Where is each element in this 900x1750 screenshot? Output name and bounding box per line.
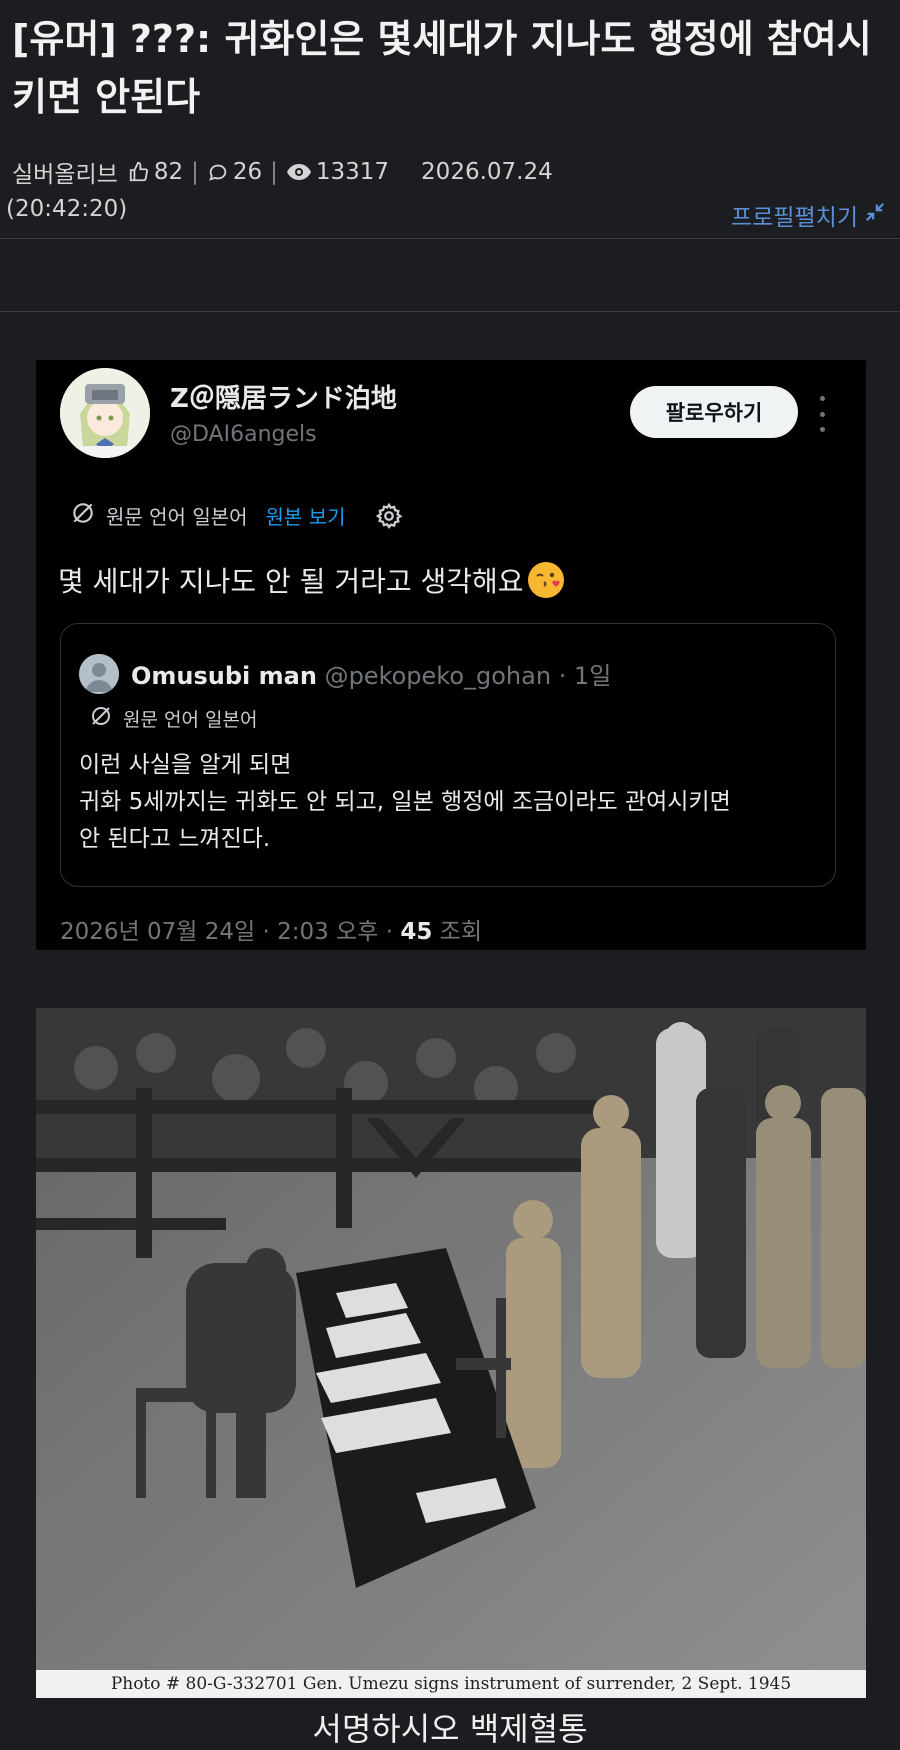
eye-icon [286,161,312,183]
views-label: 조회 [432,919,482,945]
quoted-avatar[interactable] [79,654,119,694]
post-time: (20:42:20) [6,196,128,222]
gear-icon[interactable] [375,502,403,530]
profile-expand-toggle[interactable]: 프로필펼치기 [731,198,886,232]
profile-toggle-label: 프로필펼치기 [731,205,858,231]
follow-button[interactable]: 팔로우하기 [630,386,798,438]
separator: | [191,159,199,185]
translate-icon [70,500,96,531]
post-meta: 실버올리브 82 | 26 | 13317 2026.07.24 [12,155,553,189]
tweet-author-handle[interactable]: @DAI6angels [170,422,317,447]
tweet-card: Z＠隠居ランド泊地 @DAI6angels 팔로우하기 원문 언어 일본어 원본… [36,360,866,950]
divider [0,238,900,239]
kissing-face-emoji-icon [527,562,564,598]
view-count: 13317 [315,159,390,185]
language-label: 원문 언어 일본어 [123,709,258,731]
translate-icon [89,704,113,733]
author-name[interactable]: 실버올리브 [12,155,118,189]
post-title: [유머] ???: 귀화인은 몇세대가 지나도 행정에 참여시키면 안된다 [12,17,872,119]
language-label: 원문 언어 일본어 [106,505,248,529]
quoted-author-name[interactable]: Omusubi man [131,662,317,690]
quoted-text-line: 귀화 5세까지는 귀화도 안 되고, 일본 행정에 조금이라도 관여시키면 [79,789,731,815]
image-caption: 서명하시오 백제혈통 [312,1710,588,1748]
quoted-header: Omusubi man @pekopeko_gohan · 1일 [131,656,611,691]
separator: | [270,159,278,185]
quoted-author-handle[interactable]: @pekopeko_gohan [325,662,552,690]
show-original-link[interactable]: 원본 보기 [266,501,346,530]
quoted-text-line: 안 된다고 느껴진다. [79,826,271,852]
photo-caption: Photo # 80-G-332701 Gen. Umezu signs ins… [36,1670,866,1698]
quoted-text-line: 이런 사실을 알게 되면 [79,752,292,778]
surrender-photo: Photo # 80-G-332701 Gen. Umezu signs ins… [36,1008,866,1698]
quoted-tweet[interactable]: Omusubi man @pekopeko_gohan · 1일 원문 언어 일… [60,623,836,887]
tweet-footer: 2026년 07월 24일 · 2:03 오후 · 45 조회 [60,912,482,946]
avatar[interactable] [60,368,150,458]
view-count: 45 [400,919,433,945]
expand-arrows-icon [864,201,886,229]
comment-count: 26 [232,159,263,185]
like-count: 82 [153,159,184,185]
comment-icon [207,161,229,183]
divider [0,311,900,312]
post-date: 2026.07.24 [421,159,553,185]
quoted-translation-row: 원문 언어 일본어 [89,704,257,733]
tweet-text-row: 몇 세대가 지나도 안 될 거라고 생각해요 [58,560,564,600]
more-options-icon[interactable] [814,396,830,432]
tweet-author-name[interactable]: Z＠隠居ランド泊地 [170,378,397,415]
translation-row: 원문 언어 일본어 원본 보기 [70,500,403,531]
quoted-text: 이런 사실을 알게 되면 귀화 5세까지는 귀화도 안 되고, 일본 행정에 조… [79,747,731,858]
tweet-text: 몇 세대가 지나도 안 될 거라고 생각해요 [58,565,524,598]
quoted-age: · 1일 [551,662,612,690]
tweet-timestamp[interactable]: 2026년 07월 24일 · 2:03 오후 · [60,919,400,945]
thumbs-up-icon [128,161,150,183]
